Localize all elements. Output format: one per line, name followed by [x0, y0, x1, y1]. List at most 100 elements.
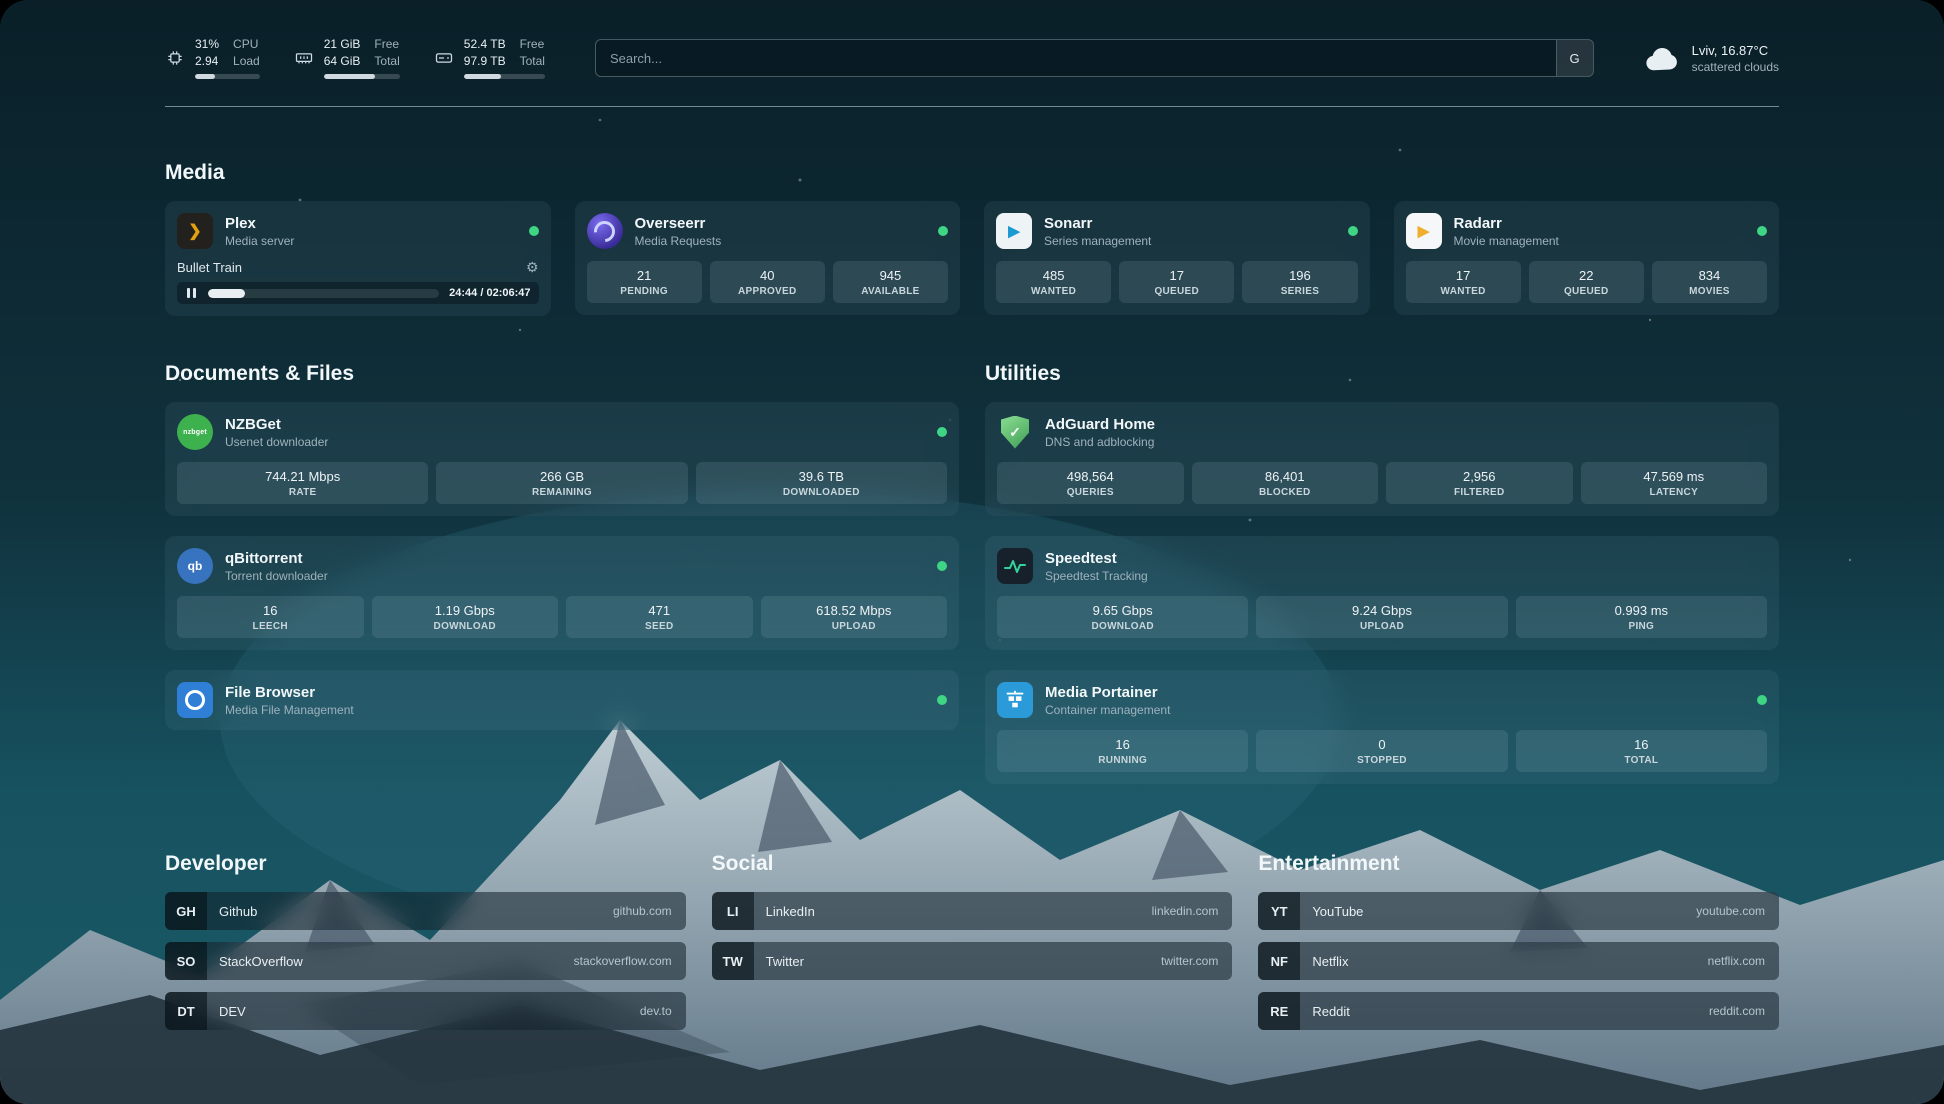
status-dot	[1757, 695, 1767, 705]
search-bar[interactable]: G	[595, 39, 1594, 77]
service-card-radarr[interactable]: ▶RadarrMovie management17WANTED22QUEUED8…	[1394, 201, 1780, 315]
stat-label: SERIES	[1246, 286, 1353, 297]
cpu-value: 2.94	[195, 54, 219, 70]
stat-download: 1.19 GbpsDOWNLOAD	[372, 596, 559, 638]
stat-wanted: 485WANTED	[996, 261, 1111, 303]
stat-upload: 9.24 GbpsUPLOAD	[1256, 596, 1507, 638]
stat-movies: 834MOVIES	[1652, 261, 1767, 303]
stat-pending: 21PENDING	[587, 261, 702, 303]
bookmark-name: LinkedIn	[766, 904, 815, 919]
service-card-sonarr[interactable]: ▶SonarrSeries management485WANTED17QUEUE…	[984, 201, 1370, 315]
service-card-adguard-home[interactable]: ✓AdGuard HomeDNS and adblocking 498,564QU…	[985, 402, 1779, 516]
entertainment-links: YTYouTubeyoutube.com NFNetflixnetflix.com…	[1258, 892, 1779, 1030]
search-input[interactable]	[596, 51, 1556, 66]
bookmark-stackoverflow[interactable]: SOStackOverflowstackoverflow.com	[165, 942, 686, 980]
social-column: Social LILinkedInlinkedin.comTWTwittertw…	[712, 852, 1233, 980]
memory-stats: 21 GiBFree64 GiBTotal	[324, 37, 400, 78]
bookmark-url: netflix.com	[1708, 954, 1765, 968]
service-name: File Browser	[225, 684, 354, 701]
card-header: OverseerrMedia Requests	[587, 213, 949, 249]
nzbget-icon: nzbget	[177, 414, 213, 450]
topbar-divider	[165, 106, 1779, 107]
stat-label: QUERIES	[1001, 487, 1180, 498]
stat-queries: 498,564QUERIES	[997, 462, 1184, 504]
bookmark-youtube[interactable]: YTYouTubeyoutube.com	[1258, 892, 1779, 930]
status-dot	[937, 427, 947, 437]
stat-value: 22	[1533, 268, 1640, 283]
pause-button[interactable]	[185, 287, 198, 299]
service-card-plex[interactable]: ❯PlexMedia serverBullet Train⚙24:44 / 02…	[165, 201, 551, 316]
stat-value: 47.569 ms	[1585, 469, 1764, 484]
bookmark-abbr: GH	[165, 892, 207, 930]
stat-label: TOTAL	[1520, 755, 1763, 766]
gear-icon[interactable]: ⚙	[526, 259, 539, 276]
stat-remaining: 266 GBREMAINING	[436, 462, 687, 504]
card-header: ❯PlexMedia server	[177, 213, 539, 249]
bookmark-name: StackOverflow	[219, 954, 303, 969]
card-header: File BrowserMedia File Management	[177, 682, 947, 718]
stat-queued: 22QUEUED	[1529, 261, 1644, 303]
bookmark-url: stackoverflow.com	[574, 954, 672, 968]
bookmark-abbr: DT	[165, 992, 207, 1030]
stat-filtered: 2,956FILTERED	[1386, 462, 1573, 504]
disk-stats: 52.4 TBFree97.9 TBTotal	[464, 37, 545, 78]
service-card-speedtest[interactable]: SpeedtestSpeedtest Tracking9.65 GbpsDOWN…	[985, 536, 1779, 650]
stat-value: 1.19 Gbps	[376, 603, 555, 618]
service-meta: Speedtest Speedtest Tracking	[1045, 550, 1148, 583]
disk-icon	[434, 48, 454, 68]
cpu-label: Load	[233, 54, 260, 70]
service-card-media-portainer[interactable]: Media PortainerContainer management16RUN…	[985, 670, 1779, 784]
memory-label: Total	[374, 54, 399, 70]
playback-time: 24:44 / 02:06:47	[449, 287, 530, 299]
stat-label: UPLOAD	[765, 621, 944, 632]
bookmark-netflix[interactable]: NFNetflixnetflix.com	[1258, 942, 1779, 980]
bookmark-dev[interactable]: DTDEVdev.to	[165, 992, 686, 1030]
bookmark-abbr: RE	[1258, 992, 1300, 1030]
bookmark-twitter[interactable]: TWTwittertwitter.com	[712, 942, 1233, 980]
stat-queued: 17QUEUED	[1119, 261, 1234, 303]
service-card-qbittorrent[interactable]: qbqBittorrentTorrent downloader16LEECH1.…	[165, 536, 959, 650]
service-meta: Media PortainerContainer management	[1045, 684, 1170, 717]
service-name: Speedtest	[1045, 550, 1148, 567]
service-card-nzbget[interactable]: nzbget NZBGetUsenet downloader 744.21 Mbps…	[165, 402, 959, 516]
developer-title: Developer	[165, 852, 686, 876]
service-card-overseerr[interactable]: OverseerrMedia Requests21PENDING40APPROV…	[575, 201, 961, 315]
service-name: NZBGet	[225, 416, 328, 433]
stats-row: 16LEECH1.19 GbpsDOWNLOAD471SEED618.52 Mb…	[177, 596, 947, 638]
status-dot	[937, 561, 947, 571]
seek-bar[interactable]	[208, 289, 439, 298]
bookmark-reddit[interactable]: RERedditreddit.com	[1258, 992, 1779, 1030]
stat-label: STOPPED	[1260, 755, 1503, 766]
stat-value: 471	[570, 603, 749, 618]
service-card-file-browser[interactable]: File BrowserMedia File Management	[165, 670, 959, 730]
media-section: Media ❯PlexMedia serverBullet Train⚙24:4…	[165, 161, 1779, 316]
stat-label: PING	[1520, 621, 1763, 632]
stat-label: QUEUED	[1123, 286, 1230, 297]
bookmark-github[interactable]: GHGithubgithub.com	[165, 892, 686, 930]
stat-value: 266 GB	[440, 469, 683, 484]
stat-value: 16	[1001, 737, 1244, 752]
bookmark-name: YouTube	[1312, 904, 1363, 919]
documents-section-title: Documents & Files	[165, 362, 959, 386]
cpu-progress-bar	[195, 74, 260, 79]
stat-value: 945	[837, 268, 944, 283]
search-provider-button[interactable]: G	[1556, 40, 1593, 76]
stat-rate: 744.21 MbpsRATE	[177, 462, 428, 504]
cpu-icon	[165, 48, 185, 68]
stat-downloaded: 39.6 TB DOWNLOADED	[696, 462, 947, 504]
stat-label: DOWNLOADED	[700, 487, 943, 498]
status-dot	[529, 226, 539, 236]
bookmark-linkedin[interactable]: LILinkedInlinkedin.com	[712, 892, 1233, 930]
disk-widget: 52.4 TBFree97.9 TBTotal	[434, 37, 545, 78]
stat-value: 9.24 Gbps	[1260, 603, 1503, 618]
cpu-label: CPU	[233, 37, 260, 53]
stat-value: 17	[1410, 268, 1517, 283]
stat-stopped: 0STOPPED	[1256, 730, 1507, 772]
card-header: ✓AdGuard HomeDNS and adblocking	[997, 414, 1767, 450]
service-meta: NZBGetUsenet downloader	[225, 416, 328, 449]
stats-row: 485WANTED17QUEUED196SERIES	[996, 261, 1358, 303]
utilities-cards: ✓AdGuard HomeDNS and adblocking 498,564QU…	[985, 402, 1779, 784]
service-subtitle: Speedtest Tracking	[1045, 569, 1148, 583]
status-dot	[1757, 226, 1767, 236]
stat-value: 39.6 TB	[700, 469, 943, 484]
